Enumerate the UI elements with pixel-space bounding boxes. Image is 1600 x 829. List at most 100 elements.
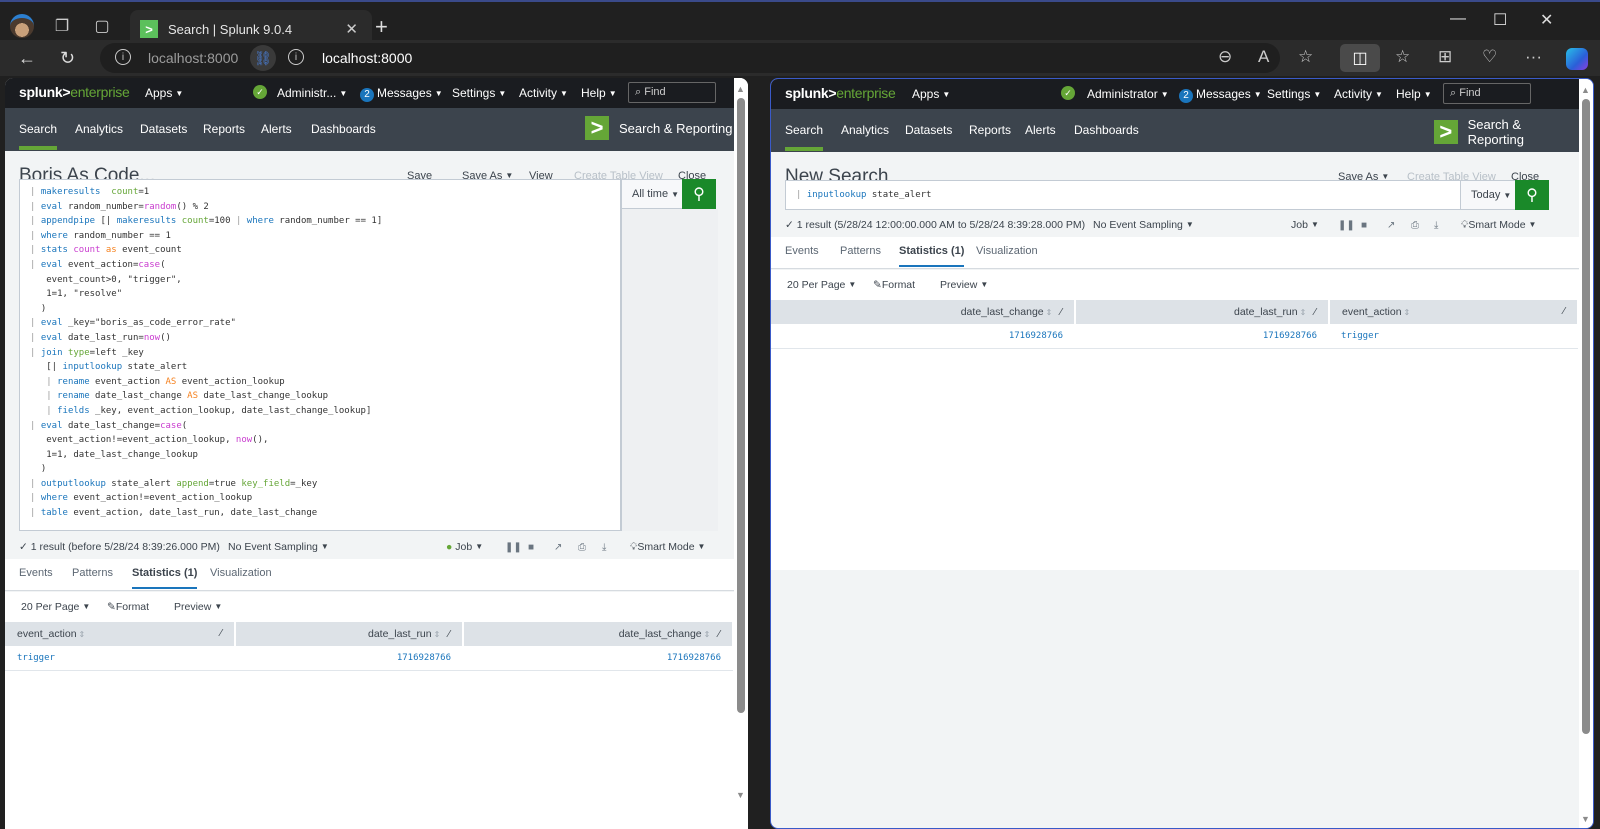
table-cell[interactable]: trigger bbox=[1329, 324, 1578, 349]
tab-events[interactable]: Events bbox=[19, 567, 53, 579]
split-screen-icon[interactable]: ◫ bbox=[1340, 44, 1380, 72]
zoom-out-icon[interactable]: ⊖ bbox=[1218, 47, 1232, 67]
preview-dropdown[interactable]: Preview ▼ bbox=[940, 279, 988, 291]
unlink-icon[interactable]: ⛓ bbox=[250, 45, 276, 71]
info-icon[interactable]: i bbox=[288, 49, 304, 65]
time-range-picker[interactable]: All time ▼ bbox=[621, 179, 683, 209]
new-tab-icon[interactable]: + bbox=[375, 14, 388, 40]
splunk-logo[interactable]: splunk>enterprise bbox=[785, 85, 896, 101]
share-icon[interactable]: ↗ bbox=[1387, 220, 1395, 231]
nav-dashboards[interactable]: Dashboards bbox=[311, 122, 376, 136]
workspaces-icon[interactable]: ❐ bbox=[50, 14, 74, 38]
refresh-icon[interactable]: ↻ bbox=[60, 48, 75, 69]
maximize-icon[interactable]: ☐ bbox=[1493, 10, 1507, 30]
nav-search[interactable]: Search bbox=[785, 123, 824, 151]
column-header[interactable]: date_last_change ⇕ ⁄ bbox=[463, 622, 734, 646]
tab-statistics[interactable]: Statistics (1) bbox=[132, 567, 198, 589]
search-mode-dropdown[interactable]: 💡︎Smart Mode ▼ bbox=[630, 541, 705, 554]
per-page-dropdown[interactable]: 20 Per Page ▼ bbox=[787, 279, 856, 291]
column-header[interactable]: date_last_run ⇕ ⁄ bbox=[1075, 300, 1330, 324]
apps-menu[interactable]: Apps ▼ bbox=[145, 86, 183, 100]
find-input[interactable]: ⌕ Find bbox=[1443, 83, 1531, 104]
preview-dropdown[interactable]: Preview ▼ bbox=[174, 601, 222, 613]
search-button[interactable]: ⚲ bbox=[682, 179, 716, 209]
tab-statistics[interactable]: Statistics (1) bbox=[899, 245, 965, 267]
event-sampling-dropdown[interactable]: No Event Sampling ▼ bbox=[228, 541, 329, 553]
vertical-tabs-icon[interactable]: ▢ bbox=[90, 14, 114, 38]
help-menu[interactable]: Help ▼ bbox=[1396, 87, 1432, 101]
column-header[interactable]: event_action ⇕ ⁄ bbox=[1329, 300, 1579, 324]
stop-icon[interactable]: ■ bbox=[1361, 220, 1367, 231]
job-menu[interactable]: ● Job ▼ bbox=[446, 541, 483, 553]
nav-reports[interactable]: Reports bbox=[203, 122, 245, 136]
browser-essentials-icon[interactable]: ♡ bbox=[1482, 47, 1497, 67]
column-header[interactable]: date_last_run ⇕ ⁄ bbox=[235, 622, 464, 646]
close-window-icon[interactable]: ✕ bbox=[1540, 10, 1553, 30]
settings-menu[interactable]: Settings ▼ bbox=[452, 86, 506, 100]
table-cell[interactable]: 1716928766 bbox=[771, 324, 1075, 349]
left-url[interactable]: localhost:8000 bbox=[148, 50, 238, 66]
omnibox[interactable] bbox=[100, 43, 1280, 73]
user-menu[interactable]: Administr... ▼ bbox=[277, 86, 347, 100]
format-button[interactable]: ✎Format bbox=[873, 279, 915, 291]
close-icon[interactable]: ✕ bbox=[345, 20, 358, 38]
apps-menu[interactable]: Apps ▼ bbox=[912, 87, 950, 101]
collections-icon[interactable]: ⊞ bbox=[1438, 47, 1452, 67]
settings-menu[interactable]: Settings ▼ bbox=[1267, 87, 1321, 101]
column-header[interactable]: date_last_change ⇕ ⁄ bbox=[771, 300, 1076, 324]
tab-events[interactable]: Events bbox=[785, 245, 819, 257]
nav-analytics[interactable]: Analytics bbox=[75, 122, 123, 136]
nav-datasets[interactable]: Datasets bbox=[140, 122, 187, 136]
copilot-icon[interactable] bbox=[1566, 48, 1588, 70]
back-icon[interactable]: ← bbox=[18, 48, 36, 69]
app-title[interactable]: > Search & Reporting bbox=[585, 115, 732, 140]
user-menu[interactable]: Administrator ▼ bbox=[1087, 87, 1169, 101]
search-button[interactable]: ⚲ bbox=[1515, 180, 1549, 210]
table-cell[interactable]: 1716928766 bbox=[235, 646, 463, 671]
activity-menu[interactable]: Activity ▼ bbox=[1334, 87, 1383, 101]
scrollbar[interactable]: ▲ ▼ bbox=[1579, 79, 1593, 828]
search-query-editor[interactable]: | makeresults count=1 | eval random_numbe… bbox=[19, 179, 621, 531]
nav-alerts[interactable]: Alerts bbox=[261, 122, 292, 136]
print-icon[interactable]: ⎙ bbox=[1411, 220, 1419, 231]
tab-visualization[interactable]: Visualization bbox=[210, 567, 272, 579]
nav-alerts[interactable]: Alerts bbox=[1025, 123, 1056, 137]
minimize-icon[interactable]: — bbox=[1450, 10, 1466, 28]
read-aloud-icon[interactable]: A bbox=[1258, 47, 1269, 67]
nav-reports[interactable]: Reports bbox=[969, 123, 1011, 137]
table-cell[interactable]: trigger bbox=[5, 646, 235, 671]
nav-analytics[interactable]: Analytics bbox=[841, 123, 889, 137]
more-icon[interactable]: ··· bbox=[1525, 47, 1542, 67]
scrollbar[interactable]: ▲ ▼ bbox=[734, 78, 748, 829]
share-icon[interactable]: ↗ bbox=[554, 542, 562, 553]
splunk-logo[interactable]: splunk>enterprise bbox=[19, 84, 130, 100]
help-menu[interactable]: Help ▼ bbox=[581, 86, 617, 100]
tab-patterns[interactable]: Patterns bbox=[72, 567, 113, 579]
job-menu[interactable]: Job ▼ bbox=[1291, 219, 1319, 231]
favorites-list-icon[interactable]: ☆ bbox=[1395, 47, 1410, 67]
table-cell[interactable]: 1716928766 bbox=[463, 646, 733, 671]
tab-patterns[interactable]: Patterns bbox=[840, 245, 881, 257]
pause-icon[interactable]: ❚❚ bbox=[505, 542, 522, 553]
event-sampling-dropdown[interactable]: No Event Sampling ▼ bbox=[1093, 219, 1194, 231]
health-ok-icon[interactable]: ✓ bbox=[253, 85, 267, 99]
format-button[interactable]: ✎Format bbox=[107, 601, 149, 613]
search-query-editor[interactable]: | inputlookup state_alert bbox=[785, 180, 1461, 210]
tab-visualization[interactable]: Visualization bbox=[976, 245, 1038, 257]
app-title[interactable]: > Search & Reporting bbox=[1434, 117, 1579, 147]
activity-menu[interactable]: Activity ▼ bbox=[519, 86, 568, 100]
search-mode-dropdown[interactable]: 💡︎Smart Mode ▼ bbox=[1461, 219, 1536, 232]
pause-icon[interactable]: ❚❚ bbox=[1338, 220, 1355, 231]
time-range-picker[interactable]: Today ▼ bbox=[1460, 180, 1516, 210]
nav-search[interactable]: Search bbox=[19, 122, 58, 150]
export-icon[interactable]: ⤓ bbox=[1434, 220, 1438, 231]
favorite-icon[interactable]: ☆ bbox=[1298, 47, 1313, 67]
table-cell[interactable]: 1716928766 bbox=[1075, 324, 1329, 349]
find-input[interactable]: ⌕ Find bbox=[628, 82, 716, 103]
per-page-dropdown[interactable]: 20 Per Page ▼ bbox=[21, 601, 90, 613]
print-icon[interactable]: ⎙ bbox=[578, 542, 586, 553]
messages-menu[interactable]: 2 Messages ▼ bbox=[360, 86, 443, 102]
messages-menu[interactable]: 2 Messages ▼ bbox=[1179, 87, 1262, 103]
health-ok-icon[interactable]: ✓ bbox=[1061, 86, 1075, 100]
nav-dashboards[interactable]: Dashboards bbox=[1074, 123, 1139, 137]
